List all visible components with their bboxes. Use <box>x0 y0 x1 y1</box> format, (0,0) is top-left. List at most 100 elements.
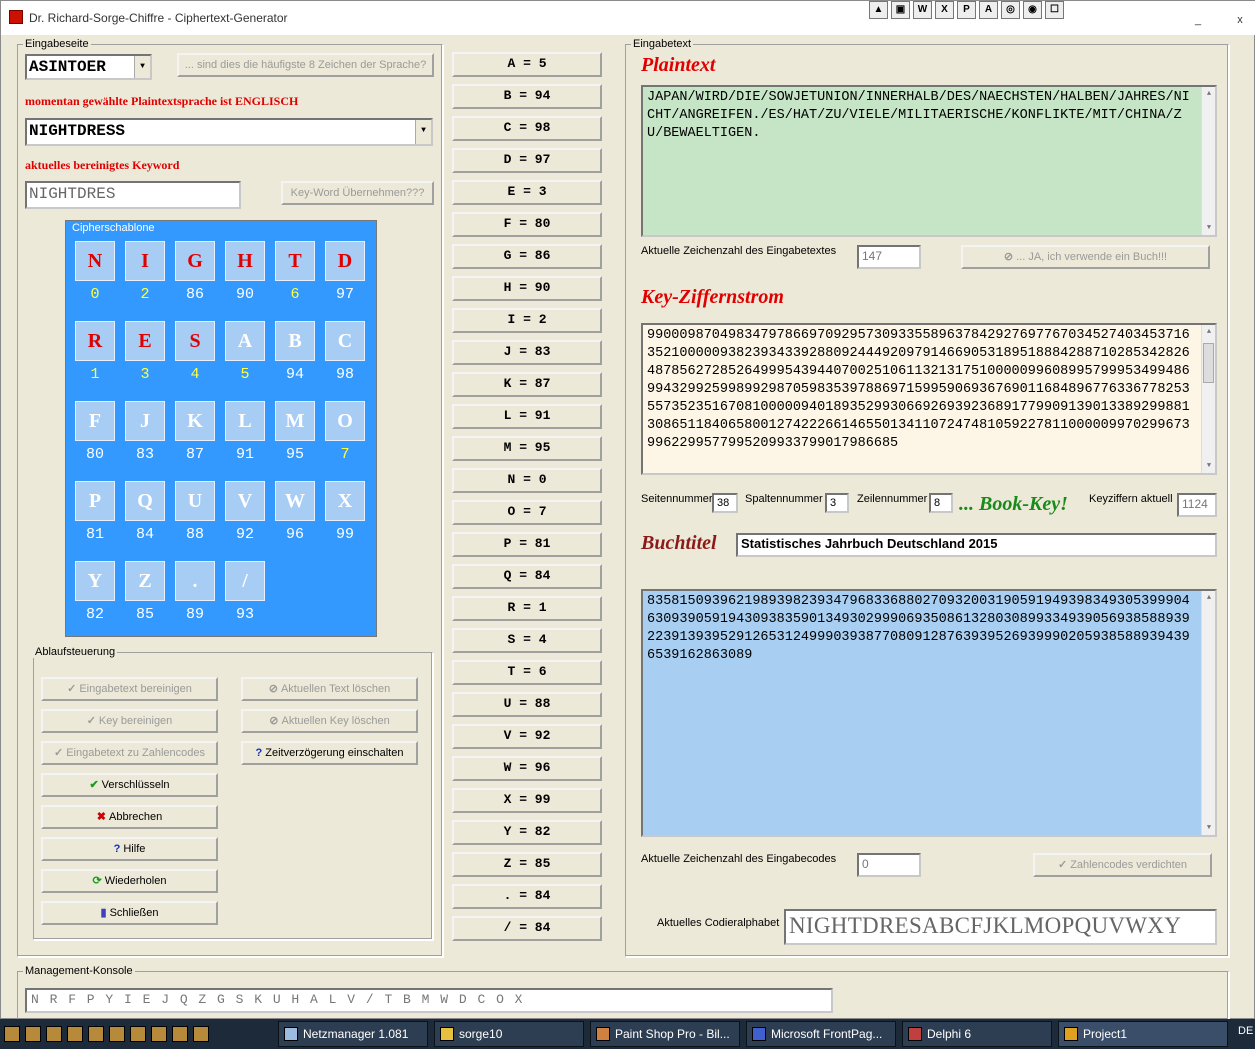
key-map-button[interactable]: E = 3 <box>452 180 602 205</box>
encrypt-button[interactable]: ✔ Verschlüsseln <box>41 773 218 797</box>
page-field[interactable]: 38 <box>712 493 738 513</box>
alphabet-field[interactable]: NIGHTDRESABCFJKLMOPQUVWXY <box>784 909 1217 945</box>
key-map-button[interactable]: V = 92 <box>452 724 602 749</box>
help-button[interactable]: ? Hilfe <box>41 837 218 861</box>
app-launcher-icon[interactable] <box>67 1026 83 1042</box>
key-map-button[interactable]: J = 83 <box>452 340 602 365</box>
key-map-button[interactable]: M = 95 <box>452 436 602 461</box>
keystream-scrollbar[interactable]: ▲ ▼ <box>1201 325 1215 473</box>
toolbar-app-icon[interactable]: W <box>913 1 932 19</box>
code-count-field[interactable]: 0 <box>857 853 921 877</box>
char-count-field[interactable]: 147 <box>857 245 921 269</box>
cipher-template: Cipherschablone N 0 I 2 G 86 H 90 T 6 D 97 R 1 E 3 S 4 A 5 B… <box>65 220 377 637</box>
close-app-button[interactable]: ▮ Schließen <box>41 901 218 925</box>
toolbar-app-icon[interactable]: ◎ <box>1001 1 1020 19</box>
app-launcher-icon[interactable] <box>46 1026 62 1042</box>
main-window: Dr. Richard-Sorge-Chiffre - Ciphertext-G… <box>0 0 1255 1020</box>
keyword-combo[interactable]: NIGHTDRESS ▼ <box>25 118 433 146</box>
book-button[interactable]: ⊘... JA, ich verwende ein Buch!!! <box>961 245 1210 269</box>
key-map-button[interactable]: A = 5 <box>452 52 602 77</box>
task-frontpage[interactable]: Microsoft FrontPag... <box>746 1021 896 1047</box>
task-netzmanager[interactable]: Netzmanager 1.081 <box>278 1021 428 1047</box>
key-map-button[interactable]: C = 98 <box>452 116 602 141</box>
scroll-thumb[interactable] <box>1203 343 1214 383</box>
key-map-button[interactable]: I = 2 <box>452 308 602 333</box>
language-combo[interactable]: ASINTOER ▼ <box>25 54 152 80</box>
key-map-button[interactable]: R = 1 <box>452 596 602 621</box>
to-codes-button[interactable]: ✓ Eingabetext zu Zahlencodes <box>41 741 218 765</box>
app-launcher-icon[interactable] <box>130 1026 146 1042</box>
chevron-down-icon[interactable]: ▼ <box>415 120 431 144</box>
console-field[interactable]: N R F P Y I E J Q Z G S K U H A L V / T … <box>25 988 833 1013</box>
frequency-button[interactable]: ... sind dies die häufigste 8 Zeichen de… <box>177 53 434 77</box>
scroll-up-icon[interactable]: ▲ <box>1202 325 1215 339</box>
codes-scrollbar[interactable]: ▲ ▼ <box>1201 591 1215 835</box>
toolbar-app-icon[interactable]: A <box>979 1 998 19</box>
plaintext-scrollbar[interactable]: ▲ ▼ <box>1201 87 1215 235</box>
clean-keyword-field[interactable]: NIGHTDRES <box>25 181 241 209</box>
key-map-button[interactable]: G = 86 <box>452 244 602 269</box>
cipher-cell-number: 87 <box>185 446 204 463</box>
delay-button[interactable]: ? Zeitverzögerung einschalten <box>241 741 418 765</box>
key-map-button[interactable]: O = 7 <box>452 500 602 525</box>
key-map-button[interactable]: S = 4 <box>452 628 602 653</box>
clean-input-button[interactable]: ✓ Eingabetext bereinigen <box>41 677 218 701</box>
key-map-button[interactable]: Y = 82 <box>452 820 602 845</box>
key-map-button[interactable]: H = 90 <box>452 276 602 301</box>
scroll-up-icon[interactable]: ▲ <box>1202 591 1215 605</box>
chevron-down-icon[interactable]: ▼ <box>134 56 150 78</box>
delete-key-button[interactable]: ⊘ Aktuellen Key löschen <box>241 709 418 733</box>
key-map-button[interactable]: U = 88 <box>452 692 602 717</box>
app-launcher-icon[interactable] <box>172 1026 188 1042</box>
task-delphi[interactable]: Delphi 6 <box>902 1021 1052 1047</box>
key-map-button[interactable]: D = 97 <box>452 148 602 173</box>
key-map-button[interactable]: L = 91 <box>452 404 602 429</box>
key-map-button[interactable]: T = 6 <box>452 660 602 685</box>
row-field[interactable]: 8 <box>929 493 953 513</box>
cancel-button[interactable]: ✖ Abbrechen <box>41 805 218 829</box>
toolbar-app-icon[interactable]: ☐ <box>1045 1 1064 19</box>
key-map-button[interactable]: Q = 84 <box>452 564 602 589</box>
keystream-memo[interactable]: 9900098704983479786697092957309335589637… <box>641 323 1217 475</box>
toolbar-app-icon[interactable]: ◉ <box>1023 1 1042 19</box>
app-launcher-icon[interactable] <box>193 1026 209 1042</box>
scroll-down-icon[interactable]: ▼ <box>1202 221 1215 235</box>
app-launcher-icon[interactable] <box>151 1026 167 1042</box>
app-launcher-icon[interactable] <box>109 1026 125 1042</box>
key-map-button[interactable]: B = 94 <box>452 84 602 109</box>
toolbar-app-icon[interactable]: X <box>935 1 954 19</box>
toolbar-app-icon[interactable]: P <box>957 1 976 19</box>
app-launcher-icon[interactable] <box>88 1026 104 1042</box>
key-map-button[interactable]: W = 96 <box>452 756 602 781</box>
toolbar-app-icon[interactable]: ▲ <box>869 1 888 19</box>
column-field[interactable]: 3 <box>825 493 849 513</box>
app-launcher-icon[interactable] <box>4 1026 20 1042</box>
booktitle-field[interactable]: Statistisches Jahrbuch Deutschland 2015 <box>736 533 1217 557</box>
scroll-down-icon[interactable]: ▼ <box>1202 821 1215 835</box>
scroll-up-icon[interactable]: ▲ <box>1202 87 1215 101</box>
repeat-button[interactable]: ⟳ Wiederholen <box>41 869 218 893</box>
key-map-button[interactable]: . = 84 <box>452 884 602 909</box>
key-map-button[interactable]: K = 87 <box>452 372 602 397</box>
plaintext-memo[interactable]: JAPAN/WIRD/DIE/SOWJETUNION/INNERHALB/DES… <box>641 85 1217 237</box>
take-keyword-button[interactable]: Key-Word Übernehmen??? <box>281 181 434 205</box>
key-map-button[interactable]: Z = 85 <box>452 852 602 877</box>
task-project1[interactable]: Project1 <box>1058 1021 1228 1047</box>
key-map-button[interactable]: N = 0 <box>452 468 602 493</box>
key-digits-field[interactable]: 1124 <box>1177 493 1217 517</box>
task-sorge10[interactable]: sorge10 <box>434 1021 584 1047</box>
clean-key-button[interactable]: ✓ Key bereinigen <box>41 709 218 733</box>
delete-text-button[interactable]: ⊘ Aktuellen Text löschen <box>241 677 418 701</box>
scroll-down-icon[interactable]: ▼ <box>1202 459 1215 473</box>
app-launcher-icon[interactable] <box>25 1026 41 1042</box>
key-map-button[interactable]: / = 84 <box>452 916 602 941</box>
close-button[interactable]: x <box>1233 15 1247 27</box>
toolbar-app-icon[interactable]: ▣ <box>891 1 910 19</box>
key-map-button[interactable]: X = 99 <box>452 788 602 813</box>
key-map-button[interactable]: P = 81 <box>452 532 602 557</box>
task-paint-shop-pro[interactable]: Paint Shop Pro - Bil... <box>590 1021 740 1047</box>
compress-button[interactable]: ✓ Zahlencodes verdichten <box>1033 853 1212 877</box>
minimize-button[interactable]: _ <box>1191 15 1205 27</box>
key-map-button[interactable]: F = 80 <box>452 212 602 237</box>
codes-memo[interactable]: 8358150939621989398239347968336880270932… <box>641 589 1217 837</box>
